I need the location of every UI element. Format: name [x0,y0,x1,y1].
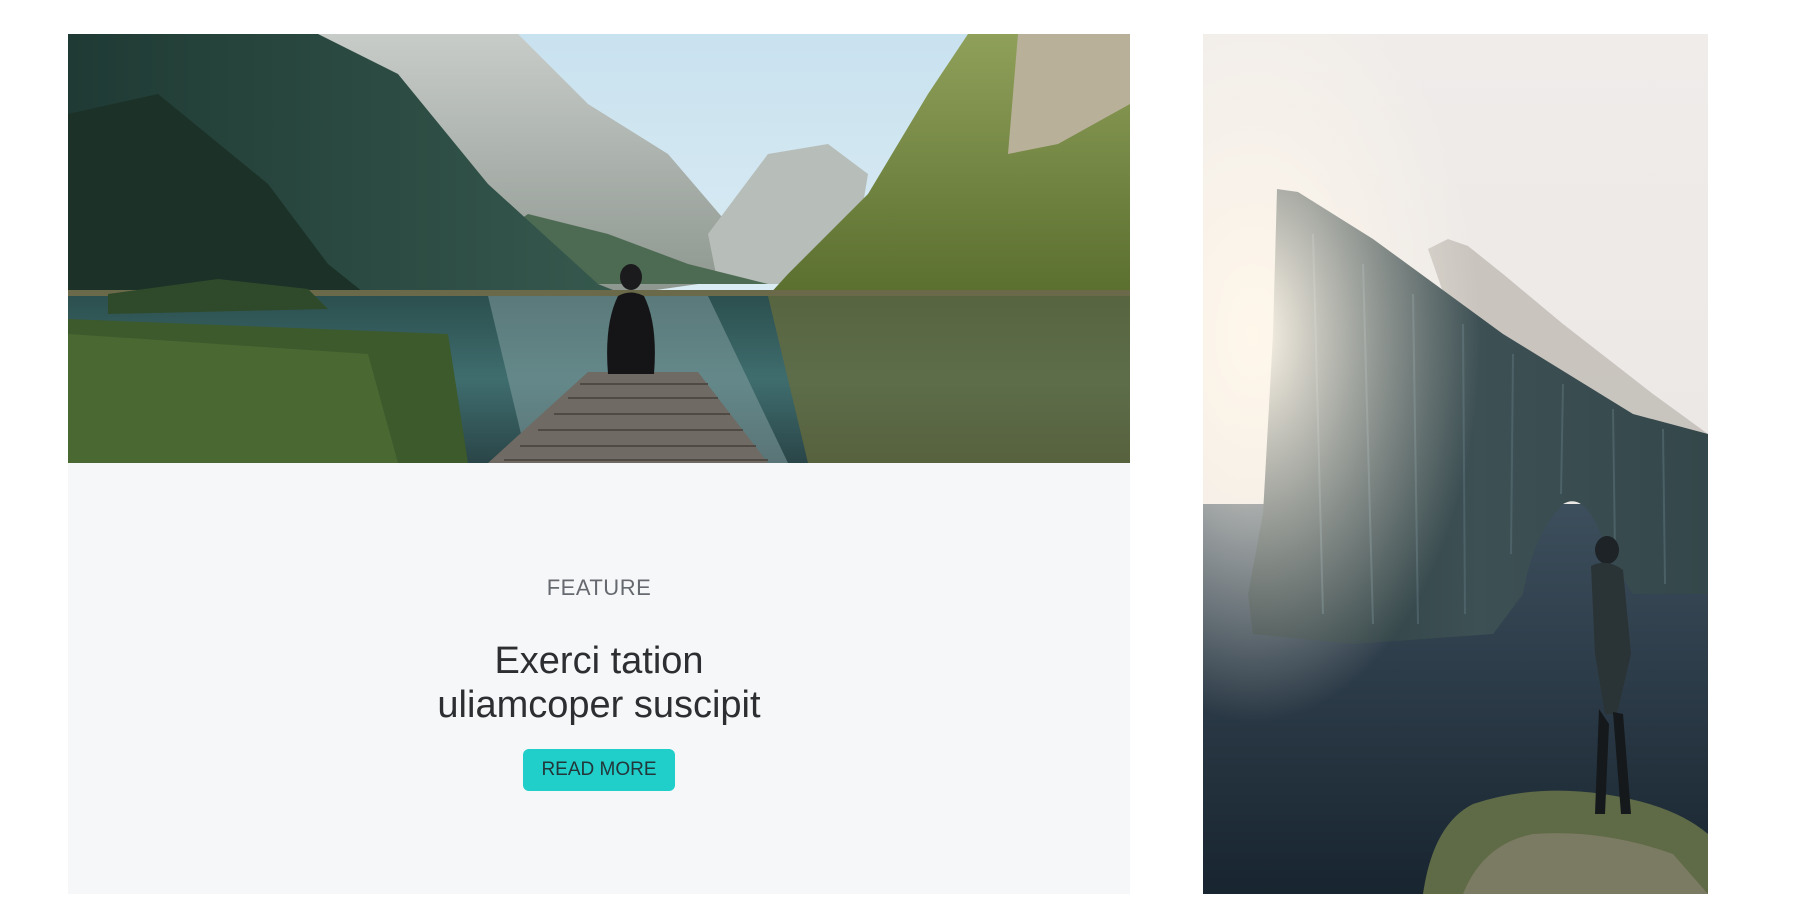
article-title: Exerci tation uliamcoper suscipit [68,639,1130,727]
read-more-button[interactable]: READ MORE [523,749,675,791]
article-title-line-1: Exerci tation [494,640,704,682]
page: FEATURE Exerci tation uliamcoper suscipi… [0,0,1810,911]
article-title-line-2: uliamcoper suscipit [437,684,761,726]
feature-card-body: FEATURE Exerci tation uliamcoper suscipi… [68,463,1130,894]
feature-card: FEATURE Exerci tation uliamcoper suscipi… [68,34,1130,894]
hero-image-lake-mountains [68,34,1130,463]
category-label: FEATURE [546,575,652,600]
side-image-sea-arch [1203,34,1708,894]
